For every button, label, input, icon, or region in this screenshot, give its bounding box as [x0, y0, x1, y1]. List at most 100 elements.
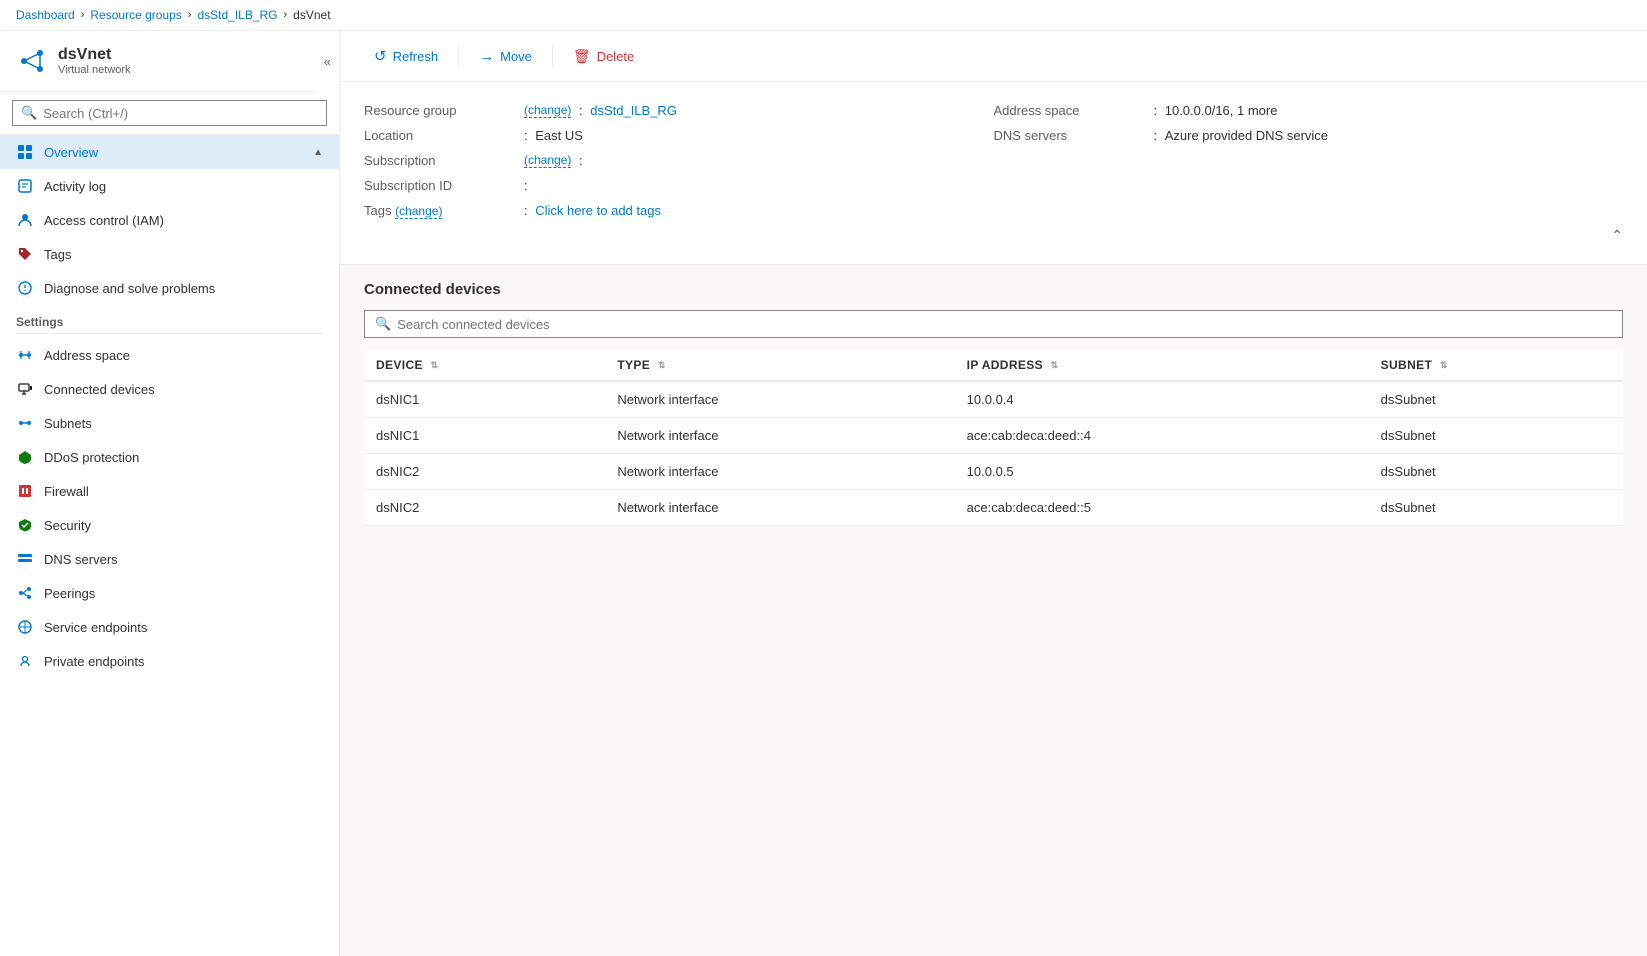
- resource-group-value[interactable]: dsStd_ILB_RG: [590, 103, 677, 118]
- sidebar-item-iam[interactable]: Access control (IAM): [0, 203, 339, 237]
- sidebar-item-dns[interactable]: DNS servers: [0, 542, 339, 576]
- sidebar-item-dns-label: DNS servers: [44, 552, 118, 567]
- cell-subnet: dsSubnet: [1369, 381, 1623, 418]
- address-space-row: Address space : 10.0.0.0/16, 1 more: [994, 98, 1624, 123]
- iam-icon: [16, 211, 34, 229]
- subscription-label: Subscription: [364, 153, 524, 168]
- cell-type: Network interface: [605, 381, 954, 418]
- refresh-icon: ↺: [374, 47, 387, 65]
- cell-ip: 10.0.0.5: [955, 454, 1369, 490]
- breadcrumb-rg[interactable]: dsStd_ILB_RG: [197, 8, 277, 22]
- col-ip: IP ADDRESS ⇅: [955, 350, 1369, 381]
- overview-collapse-btn[interactable]: ▲: [313, 147, 323, 158]
- collapse-sidebar-button[interactable]: «: [316, 46, 339, 77]
- sidebar-item-peerings-label: Peerings: [44, 586, 95, 601]
- subscription-change-link[interactable]: (change): [524, 153, 571, 168]
- cell-ip: ace:cab:deca:deed::4: [955, 418, 1369, 454]
- sidebar-item-security[interactable]: Security: [0, 508, 339, 542]
- info-right-col: Address space : 10.0.0.0/16, 1 more DNS …: [994, 98, 1624, 223]
- sidebar-item-overview-label: Overview: [44, 145, 98, 160]
- activity-log-icon: [16, 177, 34, 195]
- refresh-button[interactable]: ↺ Refresh: [360, 41, 452, 71]
- sidebar-item-overview[interactable]: Overview ▲: [0, 135, 339, 169]
- resource-group-row: Resource group (change) : dsStd_ILB_RG: [364, 98, 994, 123]
- connected-devices-title: Connected devices: [364, 281, 1623, 298]
- sidebar-item-peerings[interactable]: Peerings: [0, 576, 339, 610]
- location-value: East US: [535, 128, 583, 143]
- ip-sort-icon[interactable]: ⇅: [1051, 360, 1059, 371]
- vnet-icon: [16, 45, 48, 77]
- nav-search-input[interactable]: [43, 106, 318, 121]
- cell-device: dsNIC2: [364, 490, 605, 526]
- cell-subnet: dsSubnet: [1369, 454, 1623, 490]
- sidebar-item-address-space[interactable]: Address space: [0, 338, 339, 372]
- connected-devices-search-input[interactable]: [397, 317, 1612, 332]
- col-subnet: SUBNET ⇅: [1369, 350, 1623, 381]
- sidebar-item-activity-log[interactable]: Activity log: [0, 169, 339, 203]
- tags-row: Tags (change) : Click here to add tags: [364, 198, 994, 223]
- sidebar-item-ddos[interactable]: DDoS protection: [0, 440, 339, 474]
- sidebar-item-tags[interactable]: Tags: [0, 237, 339, 271]
- cell-ip: 10.0.0.4: [955, 381, 1369, 418]
- delete-button[interactable]: 🗑 Delete: [559, 42, 648, 71]
- nav-search-container: 🔍: [0, 92, 339, 135]
- main-content: ↺ Refresh → Move 🗑 Delete Resource group: [340, 31, 1647, 956]
- connected-devices-icon: [16, 380, 34, 398]
- cell-device: dsNIC1: [364, 381, 605, 418]
- col-device: DEVICE ⇅: [364, 350, 605, 381]
- search-icon: 🔍: [21, 105, 37, 121]
- cell-ip: ace:cab:deca:deed::5: [955, 490, 1369, 526]
- cell-type: Network interface: [605, 490, 954, 526]
- sidebar-item-address-label: Address space: [44, 348, 130, 363]
- subnet-sort-icon[interactable]: ⇅: [1440, 360, 1448, 371]
- diagnose-icon: [16, 279, 34, 297]
- sidebar-item-activity-label: Activity log: [44, 179, 106, 194]
- dns-icon: [16, 550, 34, 568]
- info-left-col: Resource group (change) : dsStd_ILB_RG L…: [364, 98, 994, 223]
- device-sort-icon[interactable]: ⇅: [431, 360, 439, 371]
- type-sort-icon[interactable]: ⇅: [658, 360, 666, 371]
- info-grid: Resource group (change) : dsStd_ILB_RG L…: [364, 98, 1623, 223]
- security-icon: [16, 516, 34, 534]
- tags-change-link[interactable]: (change): [395, 204, 442, 219]
- table-row: dsNIC2Network interface10.0.0.5dsSubnet: [364, 454, 1623, 490]
- sidebar-item-service-endpoints[interactable]: Service endpoints: [0, 610, 339, 644]
- sidebar-item-diagnose[interactable]: Diagnose and solve problems: [0, 271, 339, 305]
- breadcrumb-dashboard[interactable]: Dashboard: [16, 8, 75, 22]
- sidebar-item-devices-label: Connected devices: [44, 382, 155, 397]
- breadcrumb-resource-groups[interactable]: Resource groups: [90, 8, 181, 22]
- collapse-icon[interactable]: ⌃: [1611, 227, 1623, 244]
- resource-header: dsVnet Virtual network «: [0, 31, 339, 92]
- location-label: Location: [364, 128, 524, 143]
- sidebar-item-connected-devices[interactable]: Connected devices: [0, 372, 339, 406]
- address-space-label: Address space: [994, 103, 1154, 118]
- resource-group-label: Resource group: [364, 103, 524, 118]
- dns-servers-value: Azure provided DNS service: [1165, 128, 1328, 143]
- cell-type: Network interface: [605, 418, 954, 454]
- sidebar-item-ddos-label: DDoS protection: [44, 450, 139, 465]
- table-header: DEVICE ⇅ TYPE ⇅ IP ADDRESS ⇅ SUBNET: [364, 350, 1623, 381]
- subscription-row: Subscription (change) :: [364, 148, 994, 173]
- sidebar-item-tags-label: Tags: [44, 247, 71, 262]
- overview-collapse-row: ⌃: [364, 223, 1623, 248]
- sidebar-item-subnets[interactable]: Subnets: [0, 406, 339, 440]
- tags-add-link[interactable]: Click here to add tags: [535, 203, 661, 218]
- tags-icon: [16, 245, 34, 263]
- sidebar-item-private-endpoints[interactable]: Private endpoints: [0, 644, 339, 678]
- overview-icon: [16, 143, 34, 161]
- settings-section-header: Settings: [0, 305, 339, 333]
- table-row: dsNIC2Network interfaceace:cab:deca:deed…: [364, 490, 1623, 526]
- resource-name: dsVnet: [58, 46, 131, 64]
- sidebar-item-security-label: Security: [44, 518, 91, 533]
- dns-servers-row: DNS servers : Azure provided DNS service: [994, 123, 1624, 148]
- sidebar-nav: Overview ▲ Activity log: [0, 135, 339, 956]
- ddos-icon: [16, 448, 34, 466]
- move-button[interactable]: → Move: [465, 42, 546, 71]
- sidebar-item-diagnose-label: Diagnose and solve problems: [44, 281, 215, 296]
- dns-servers-label: DNS servers: [994, 128, 1154, 143]
- col-type: TYPE ⇅: [605, 350, 954, 381]
- sidebar-item-firewall[interactable]: Firewall: [0, 474, 339, 508]
- cell-subnet: dsSubnet: [1369, 490, 1623, 526]
- resource-group-change-link[interactable]: (change): [524, 103, 571, 118]
- breadcrumb-current: dsVnet: [293, 8, 330, 22]
